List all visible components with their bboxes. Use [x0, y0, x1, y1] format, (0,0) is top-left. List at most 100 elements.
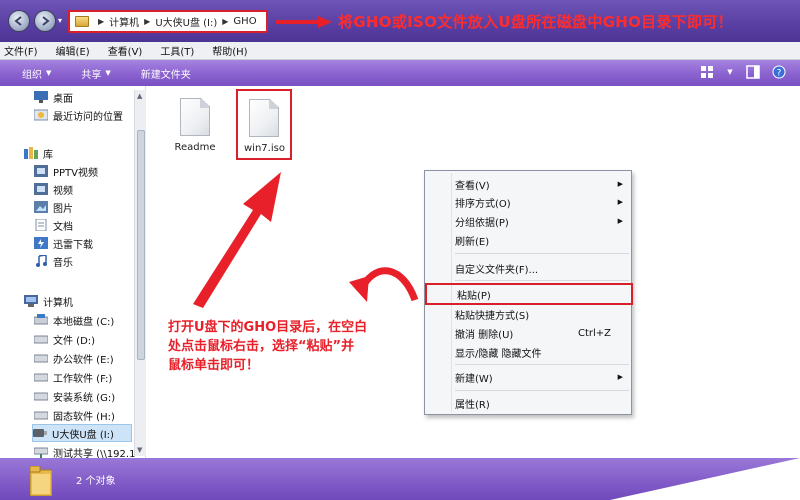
sidebar-item-drive-c[interactable]: 本地磁盘 (C:)	[34, 311, 114, 329]
view-options-icon[interactable]	[700, 65, 714, 79]
share-label: 共享	[81, 69, 102, 81]
new-folder-label: 新建文件夹	[140, 69, 191, 81]
context-menu-item[interactable]: 分组依据(P) ▶	[455, 212, 631, 230]
sidebar-item-label: 本地磁盘 (C:)	[53, 316, 115, 328]
sidebar-item-pptv-video[interactable]: PPTV视频	[34, 162, 98, 180]
up-arrow-icon	[193, 172, 281, 308]
sidebar-item-label: 工作软件 (F:)	[53, 373, 113, 385]
folder-icon	[30, 466, 52, 496]
menu-separator	[455, 364, 629, 365]
breadcrumb-usb-drive[interactable]: U大侠U盘 (I:)	[155, 14, 217, 29]
context-menu-item[interactable]: 排序方式(O) ▶	[455, 193, 631, 211]
context-menu-item[interactable]: 刷新(E)	[455, 231, 631, 249]
menu-file[interactable]: 文件(F)	[4, 43, 38, 58]
organize-button[interactable]: 组织 ▼	[22, 66, 51, 81]
sidebar-item-label: 文档	[53, 221, 73, 233]
sidebar-item-documents[interactable]: 文档	[34, 216, 73, 234]
organize-label: 组织	[22, 69, 42, 81]
context-menu-item[interactable]: 撤消 删除(U) Ctrl+Z	[455, 324, 631, 342]
menu-item-label: 查看(V)	[455, 180, 490, 192]
forward-button[interactable]	[34, 10, 56, 32]
context-menu-item[interactable]: 自定义文件夹(F)...	[455, 259, 631, 277]
pptv-video-icon	[34, 165, 48, 177]
computer-icon	[24, 295, 38, 307]
chevron-right-icon: ▶	[617, 373, 623, 381]
back-button[interactable]	[8, 10, 30, 32]
svg-text:?: ?	[777, 69, 782, 79]
annotation-line: 打开U盘下的GHO目录后，在空白	[168, 320, 368, 335]
context-menu-item[interactable]: 新建(W) ▶	[455, 368, 631, 386]
sidebar-item-label: 迅雷下载	[53, 239, 93, 251]
sidebar-item-computer[interactable]: 计算机	[24, 292, 73, 310]
scroll-down-icon[interactable]: ▼	[137, 446, 142, 454]
sidebar-item-label: 安装系统 (G:)	[53, 392, 116, 404]
folder-icon	[75, 16, 89, 27]
share-button[interactable]: 共享 ▼	[81, 66, 110, 81]
sidebar-item-network-share[interactable]: 测试共享 (\\192.1	[34, 443, 135, 458]
scroll-thumb[interactable]	[137, 130, 145, 360]
title-bar: ▾ ▶ 计算机 ▶ U大侠U盘 (I:) ▶ GHO 将GHO或ISO文件放入U…	[0, 0, 800, 42]
menu-separator	[455, 390, 629, 391]
title-annotation: 将GHO或ISO文件放入U盘所在磁盘中GHO目录下即可！	[338, 13, 733, 31]
sidebar-item-label: 固态软件 (H:)	[53, 411, 115, 423]
file-readme[interactable]: Readme	[173, 98, 217, 153]
menu-help[interactable]: 帮助(H)	[212, 43, 247, 58]
menu-separator	[455, 280, 629, 281]
chevron-right-icon: ▶	[617, 198, 623, 206]
instruction-annotation: 打开U盘下的GHO目录后，在空白 处点击鼠标右击，选择“粘贴”并 鼠标单击即可！	[168, 318, 408, 375]
sidebar-item-library[interactable]: 库	[24, 144, 53, 162]
menu-bar: 文件(F) 编辑(E) 查看(V) 工具(T) 帮助(H)	[0, 42, 800, 60]
address-bar[interactable]: ▶ 计算机 ▶ U大侠U盘 (I:) ▶ GHO	[68, 10, 268, 33]
breadcrumb-separator-icon: ▶	[222, 17, 229, 26]
sidebar-item-thunder-download[interactable]: 迅雷下载	[34, 234, 93, 252]
help-icon[interactable]: ?	[772, 65, 786, 79]
sidebar-item-label: U大侠U盘 (I:)	[52, 429, 114, 441]
sidebar-item-drive-e[interactable]: 办公软件 (E:)	[34, 349, 114, 367]
new-folder-button[interactable]: 新建文件夹	[141, 66, 191, 81]
sidebar-item-video[interactable]: 视频	[34, 180, 73, 198]
context-menu-item[interactable]: 粘贴快捷方式(S)	[455, 305, 631, 323]
chevron-down-icon[interactable]: ▼	[726, 65, 734, 79]
drive-icon	[34, 411, 48, 420]
sidebar-item-label: PPTV视频	[53, 167, 99, 179]
sidebar-item-drive-g[interactable]: 安装系统 (G:)	[34, 387, 115, 405]
sidebar-item-drive-f[interactable]: 工作软件 (F:)	[34, 368, 112, 386]
annotation-line: 处点击鼠标右击，选择“粘贴”并	[168, 339, 355, 354]
recent-pages-dropdown[interactable]: ▾	[58, 16, 62, 25]
navigation-pane: 桌面 最近访问的位置 库 PPTV视频 视频 图片 文档 迅雷下载 音乐 计算机…	[0, 86, 146, 458]
sidebar-item-pictures[interactable]: 图片	[34, 198, 73, 216]
menu-item-label: 属性(R)	[455, 399, 490, 411]
menu-item-label: 排序方式(O)	[455, 198, 511, 210]
sidebar-item-drive-h[interactable]: 固态软件 (H:)	[34, 406, 115, 424]
navigation-scrollbar[interactable]: ▲ ▼	[134, 90, 146, 456]
item-count: 2 个对象	[76, 476, 116, 487]
context-menu-item[interactable]: 显示/隐藏 隐藏文件	[455, 343, 631, 361]
back-arrow-icon	[14, 16, 22, 26]
breadcrumb-computer[interactable]: 计算机	[109, 14, 139, 29]
sidebar-item-drive-d[interactable]: 文件 (D:)	[34, 330, 95, 348]
breadcrumb-gho[interactable]: GHO	[233, 16, 256, 27]
document-icon	[180, 98, 210, 136]
shortcut-label: Ctrl+Z	[577, 327, 611, 339]
preview-pane-icon[interactable]	[746, 65, 760, 79]
chevron-right-icon: ▶	[617, 180, 623, 188]
menu-tools[interactable]: 工具(T)	[160, 43, 194, 58]
sidebar-item-label: 办公软件 (E:)	[53, 354, 114, 366]
sidebar-item-label: 最近访问的位置	[53, 111, 123, 123]
menu-view[interactable]: 查看(V)	[108, 43, 143, 58]
scroll-up-icon[interactable]: ▲	[137, 92, 142, 100]
video-icon	[34, 183, 48, 195]
sidebar-item-recent-places[interactable]: 最近访问的位置	[34, 106, 123, 124]
menu-edit[interactable]: 编辑(E)	[56, 43, 90, 58]
context-menu-item[interactable]: 查看(V) ▶	[455, 175, 631, 193]
sidebar-item-music[interactable]: 音乐	[34, 252, 73, 270]
context-menu-item[interactable]: 属性(R)	[455, 394, 631, 412]
documents-icon	[35, 219, 47, 231]
context-menu-item-paste[interactable]: 粘贴(P)	[425, 283, 633, 305]
sidebar-item-usb-drive[interactable]: U大侠U盘 (I:)	[32, 424, 132, 442]
sidebar-item-desktop[interactable]: 桌面	[34, 88, 73, 106]
file-win7-iso[interactable]: win7.iso	[236, 89, 292, 160]
sidebar-item-label: 视频	[53, 185, 73, 197]
sidebar-item-label: 测试共享 (\\192.1	[53, 448, 136, 459]
menu-item-label: 分组依据(P)	[455, 217, 509, 229]
